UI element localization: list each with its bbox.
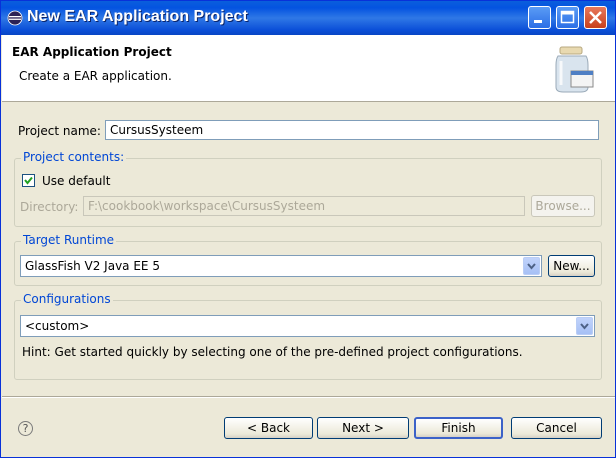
project-name-label: Project name: bbox=[18, 124, 101, 138]
project-contents-legend: Project contents: bbox=[21, 150, 127, 164]
configurations-hint: Hint: Get started quickly by selecting o… bbox=[22, 345, 523, 359]
close-icon bbox=[589, 11, 602, 24]
minimize-icon bbox=[534, 20, 542, 23]
next-button[interactable]: Next > bbox=[317, 417, 409, 439]
eclipse-icon bbox=[7, 10, 23, 26]
use-default-label: Use default bbox=[42, 174, 111, 188]
directory-input[interactable]: F:\cookbook\workspace\CursusSysteem bbox=[83, 196, 525, 216]
project-contents-group: Project contents: bbox=[14, 150, 602, 227]
window-title: New EAR Application Project bbox=[27, 8, 248, 25]
browse-button[interactable]: Browse... bbox=[531, 195, 595, 217]
configurations-group: Configurations bbox=[14, 292, 602, 380]
title-bar[interactable]: New EAR Application Project bbox=[1, 1, 615, 35]
maximize-icon bbox=[560, 10, 575, 24]
banner-title: EAR Application Project bbox=[12, 45, 172, 59]
checkmark-icon bbox=[24, 176, 33, 185]
new-runtime-button[interactable]: New... bbox=[548, 255, 595, 277]
configurations-value: <custom> bbox=[25, 319, 90, 333]
target-runtime-value: GlassFish V2 Java EE 5 bbox=[25, 259, 160, 273]
configurations-select[interactable]: <custom> bbox=[20, 315, 595, 337]
chevron-down-icon bbox=[580, 323, 589, 330]
dialog-window: New EAR Application Project EAR Applicat… bbox=[0, 0, 616, 458]
directory-label: Directory: bbox=[20, 200, 79, 214]
minimize-button[interactable] bbox=[528, 6, 551, 29]
maximize-button[interactable] bbox=[556, 6, 579, 29]
help-icon[interactable]: ? bbox=[18, 421, 33, 436]
use-default-checkbox[interactable] bbox=[22, 174, 35, 187]
dropdown-arrow[interactable] bbox=[576, 317, 593, 335]
close-button[interactable] bbox=[584, 6, 607, 29]
cancel-button[interactable]: Cancel bbox=[511, 417, 602, 439]
wizard-banner: EAR Application Project Create a EAR app… bbox=[2, 35, 615, 102]
chevron-down-icon bbox=[527, 263, 536, 270]
back-button[interactable]: < Back bbox=[224, 417, 313, 439]
jar-icon bbox=[555, 46, 594, 93]
target-runtime-select[interactable]: GlassFish V2 Java EE 5 bbox=[20, 255, 542, 277]
target-runtime-legend: Target Runtime bbox=[21, 233, 117, 247]
project-name-input[interactable]: CursusSysteem bbox=[105, 120, 599, 140]
finish-button[interactable]: Finish bbox=[414, 417, 503, 439]
configurations-legend: Configurations bbox=[21, 292, 113, 306]
dropdown-arrow[interactable] bbox=[523, 257, 540, 275]
banner-description: Create a EAR application. bbox=[19, 69, 172, 83]
footer-divider bbox=[2, 396, 615, 398]
